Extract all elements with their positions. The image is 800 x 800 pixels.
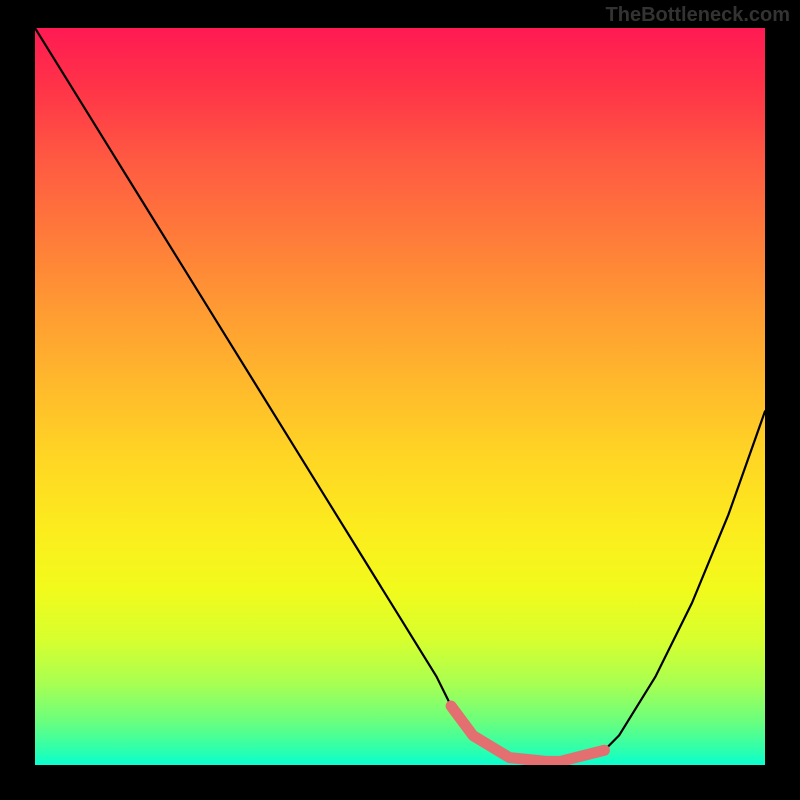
attribution-label: TheBottleneck.com <box>606 4 790 27</box>
series-optimal-zone-marker <box>451 706 604 761</box>
series-bottleneck-curve <box>35 28 765 761</box>
chart-svg <box>35 28 765 765</box>
chart-plot-area <box>35 28 765 765</box>
